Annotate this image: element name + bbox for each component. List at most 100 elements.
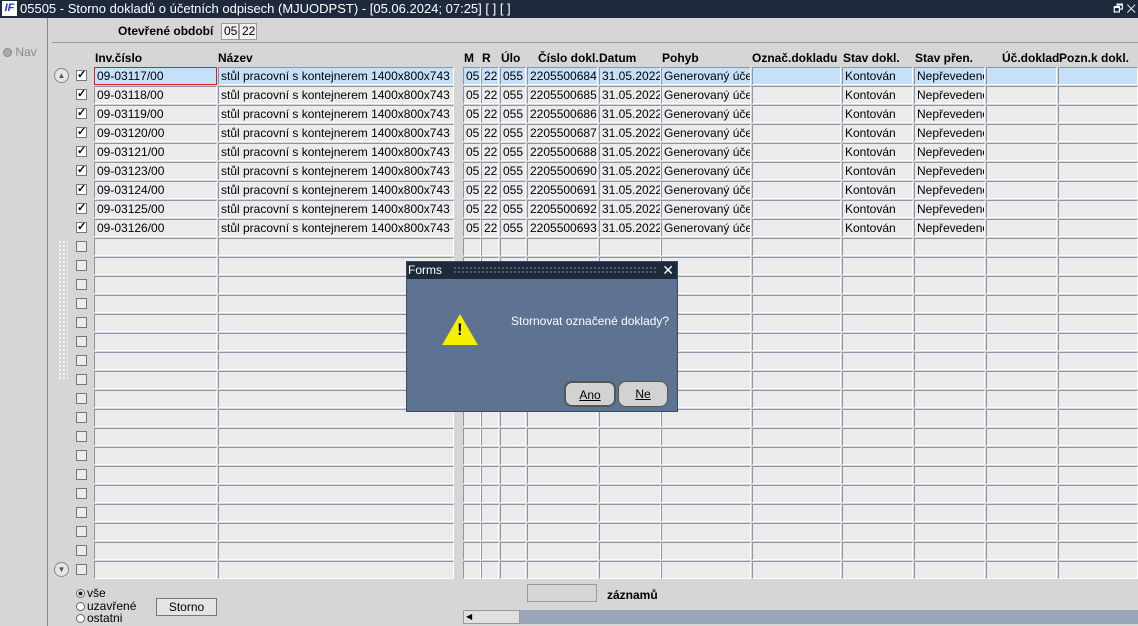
cell-ulo[interactable] <box>500 542 526 560</box>
cell-oznac[interactable] <box>752 504 841 522</box>
cell-inv[interactable]: 09-03119/00 <box>94 105 217 123</box>
cell-inv[interactable]: 09-03123/00 <box>94 162 217 180</box>
cell-m[interactable] <box>463 561 481 579</box>
cell-ulo[interactable] <box>500 485 526 503</box>
cell-stav[interactable] <box>842 257 913 275</box>
cell-stav[interactable] <box>842 504 913 522</box>
cell-ulo[interactable]: 055 <box>500 67 526 85</box>
cell-oznac[interactable] <box>752 200 841 218</box>
cell-stav[interactable] <box>842 485 913 503</box>
row-checkbox[interactable]: ✓ <box>76 70 87 81</box>
cell-inv[interactable] <box>94 314 217 332</box>
cell-uc-doklad[interactable] <box>986 295 1057 313</box>
nav-radio[interactable]: Nav <box>3 45 37 59</box>
cell-oznac[interactable] <box>752 428 841 446</box>
cell-stav[interactable]: Kontován <box>842 143 913 161</box>
cell-pozn[interactable] <box>1058 352 1138 370</box>
cell-pozn[interactable] <box>1058 295 1138 313</box>
cell-datum[interactable]: 31.05.2022 <box>599 200 661 218</box>
cell-datum[interactable] <box>599 542 661 560</box>
cell-pozn[interactable] <box>1058 466 1138 484</box>
cell-r[interactable] <box>481 485 499 503</box>
cell-oznac[interactable] <box>752 181 841 199</box>
cell-stav-pren[interactable]: Nepřevedeno <box>914 143 985 161</box>
cell-pohyb[interactable] <box>661 542 751 560</box>
cell-datum[interactable] <box>599 428 661 446</box>
cell-ulo[interactable] <box>500 466 526 484</box>
cell-inv[interactable] <box>94 238 217 256</box>
row-checkbox[interactable]: ✓ <box>76 89 87 100</box>
cell-stav-pren[interactable] <box>914 485 985 503</box>
cell-r[interactable]: 22 <box>481 124 499 142</box>
cell-datum[interactable] <box>599 447 661 465</box>
cell-nazev[interactable] <box>218 523 454 541</box>
cell-pohyb[interactable]: Generovaný účet <box>661 219 751 237</box>
cell-stav[interactable]: Kontován <box>842 105 913 123</box>
row-checkbox[interactable] <box>76 450 87 461</box>
cell-m[interactable] <box>463 238 481 256</box>
cell-stav[interactable]: Kontován <box>842 200 913 218</box>
cell-inv[interactable]: 09-03125/00 <box>94 200 217 218</box>
cell-cislo[interactable] <box>527 542 598 560</box>
cell-datum[interactable]: 31.05.2022 <box>599 67 661 85</box>
cell-oznac[interactable] <box>752 390 841 408</box>
cell-r[interactable] <box>481 523 499 541</box>
cell-stav[interactable] <box>842 295 913 313</box>
cell-inv[interactable]: 09-03120/00 <box>94 124 217 142</box>
cell-nazev[interactable]: stůl pracovní s kontejnerem 1400x800x743 <box>218 67 454 85</box>
cell-oznac[interactable] <box>752 295 841 313</box>
cell-stav[interactable] <box>842 542 913 560</box>
cell-inv[interactable]: 09-03121/00 <box>94 143 217 161</box>
cell-nazev[interactable]: stůl pracovní s kontejnerem 1400x800x743 <box>218 162 454 180</box>
cell-datum[interactable] <box>599 238 661 256</box>
cell-cislo[interactable]: 2205500690 <box>527 162 598 180</box>
cell-pozn[interactable] <box>1058 485 1138 503</box>
row-checkbox[interactable]: ✓ <box>76 222 87 233</box>
cell-stav-pren[interactable]: Nepřevedeno <box>914 105 985 123</box>
cell-stav[interactable]: Kontován <box>842 219 913 237</box>
cell-pohyb[interactable] <box>661 485 751 503</box>
cell-uc-doklad[interactable] <box>986 352 1057 370</box>
cell-inv[interactable] <box>94 371 217 389</box>
cell-uc-doklad[interactable] <box>986 428 1057 446</box>
cell-pohyb[interactable] <box>661 447 751 465</box>
cell-cislo[interactable]: 2205500692 <box>527 200 598 218</box>
cell-datum[interactable]: 31.05.2022 <box>599 86 661 104</box>
cell-oznac[interactable] <box>752 86 841 104</box>
cell-pohyb[interactable]: Generovaný účet <box>661 86 751 104</box>
cell-oznac[interactable] <box>752 257 841 275</box>
cell-stav-pren[interactable] <box>914 428 985 446</box>
cell-stav[interactable] <box>842 276 913 294</box>
cell-cislo[interactable]: 2205500693 <box>527 219 598 237</box>
scroll-track[interactable] <box>58 240 68 380</box>
cell-pozn[interactable] <box>1058 86 1138 104</box>
cell-pozn[interactable] <box>1058 409 1138 427</box>
cell-inv[interactable] <box>94 542 217 560</box>
cell-uc-doklad[interactable] <box>986 86 1057 104</box>
cell-cislo[interactable] <box>527 428 598 446</box>
row-checkbox[interactable] <box>76 469 87 480</box>
cell-uc-doklad[interactable] <box>986 276 1057 294</box>
cell-pohyb[interactable]: Generovaný účet <box>661 105 751 123</box>
cell-ulo[interactable]: 055 <box>500 200 526 218</box>
cell-uc-doklad[interactable] <box>986 333 1057 351</box>
cell-inv[interactable]: 09-03118/00 <box>94 86 217 104</box>
row-checkbox[interactable]: ✓ <box>76 203 87 214</box>
cell-nazev[interactable]: stůl pracovní s kontejnerem 1400x800x743 <box>218 219 454 237</box>
cell-pozn[interactable] <box>1058 238 1138 256</box>
cell-r[interactable]: 22 <box>481 181 499 199</box>
cell-pozn[interactable] <box>1058 276 1138 294</box>
cell-oznac[interactable] <box>752 105 841 123</box>
cell-m[interactable] <box>463 542 481 560</box>
cell-inv[interactable] <box>94 485 217 503</box>
cell-stav[interactable] <box>842 371 913 389</box>
cell-m[interactable] <box>463 466 481 484</box>
cell-uc-doklad[interactable] <box>986 162 1057 180</box>
row-checkbox[interactable] <box>76 279 87 290</box>
cell-stav[interactable] <box>842 523 913 541</box>
cell-ulo[interactable]: 055 <box>500 86 526 104</box>
cell-pohyb[interactable]: Generovaný účet <box>661 181 751 199</box>
cell-stav-pren[interactable] <box>914 409 985 427</box>
cell-pohyb[interactable]: Generovaný účet <box>661 67 751 85</box>
row-checkbox[interactable]: ✓ <box>76 108 87 119</box>
